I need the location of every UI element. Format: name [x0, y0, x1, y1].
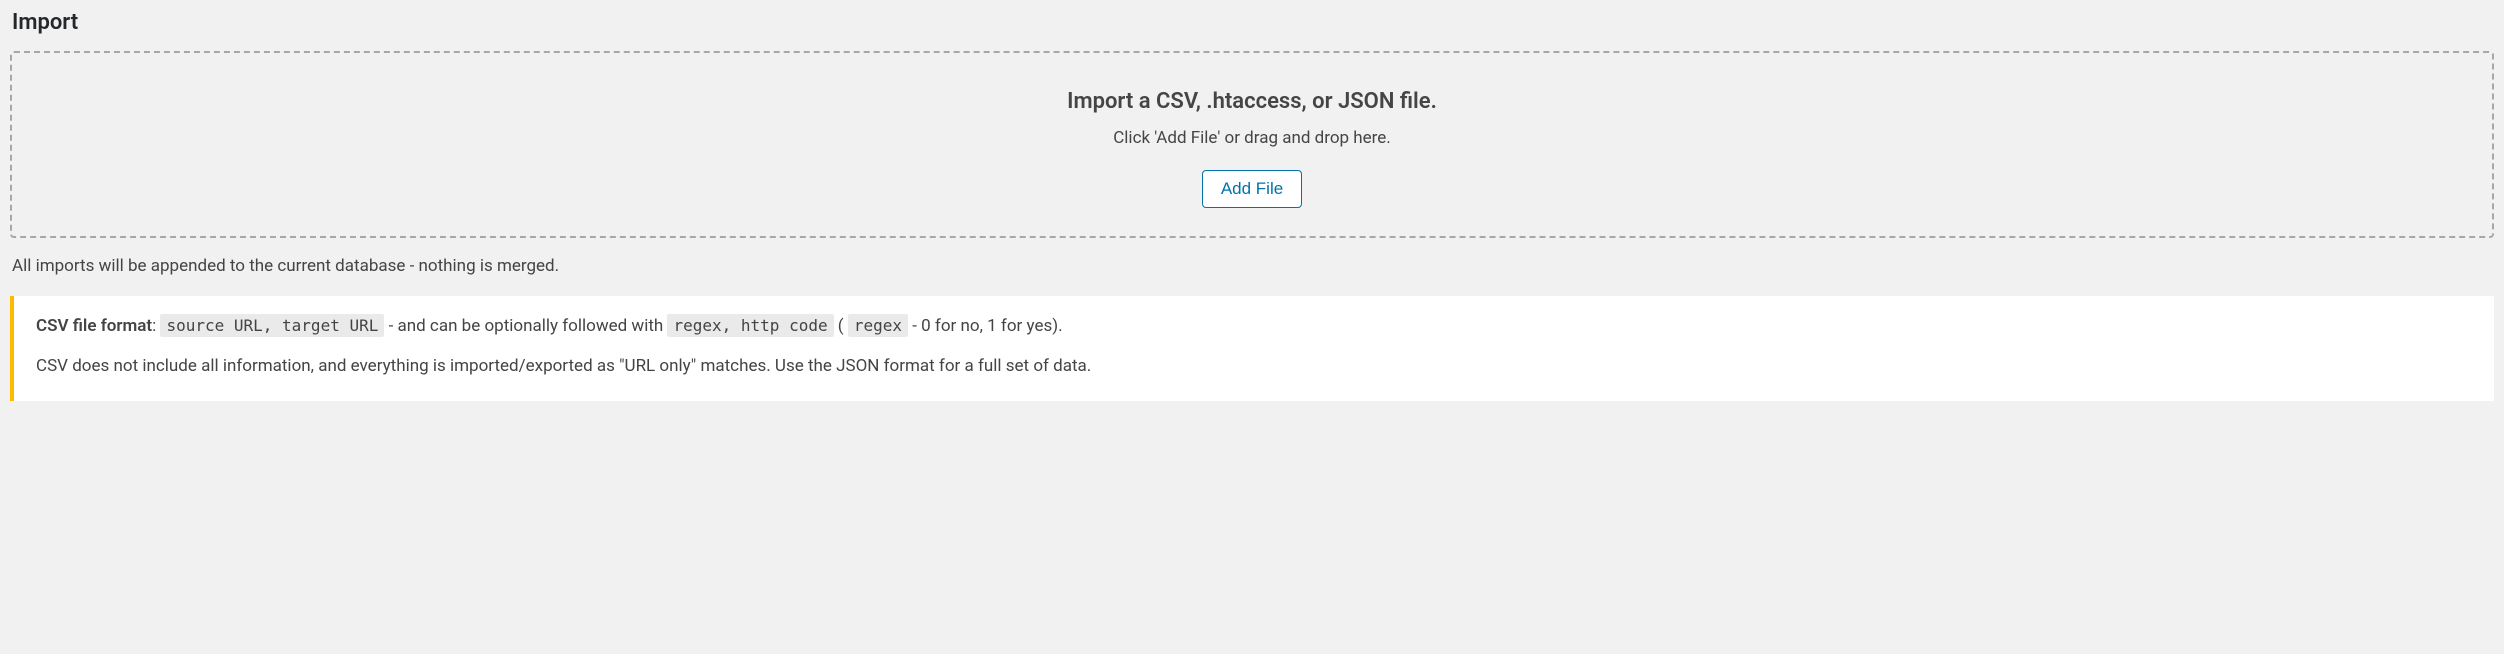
- csv-format-code-main: source URL, target URL: [160, 314, 384, 337]
- csv-format-label: CSV file format: [36, 316, 152, 336]
- append-note: All imports will be appended to the curr…: [10, 256, 2494, 276]
- file-dropzone[interactable]: Import a CSV, .htaccess, or JSON file. C…: [10, 51, 2494, 238]
- csv-text-after1: - and can be optionally followed with: [384, 316, 667, 336]
- dropzone-instruction: Click 'Add File' or drag and drop here.: [32, 128, 2472, 148]
- csv-note-line: CSV does not include all information, an…: [36, 354, 2472, 380]
- paren-close: - 0 for no, 1 for yes).: [908, 316, 1063, 336]
- csv-format-code-optional: regex, http code: [667, 314, 833, 337]
- csv-format-code-regex: regex: [848, 314, 908, 337]
- csv-format-notice: CSV file format: source URL, target URL …: [10, 296, 2494, 401]
- add-file-button[interactable]: Add File: [1202, 170, 1302, 208]
- csv-format-line: CSV file format: source URL, target URL …: [36, 314, 2472, 340]
- dropzone-heading: Import a CSV, .htaccess, or JSON file.: [32, 89, 2472, 114]
- paren-open: (: [834, 316, 848, 336]
- page-title: Import: [10, 10, 2494, 35]
